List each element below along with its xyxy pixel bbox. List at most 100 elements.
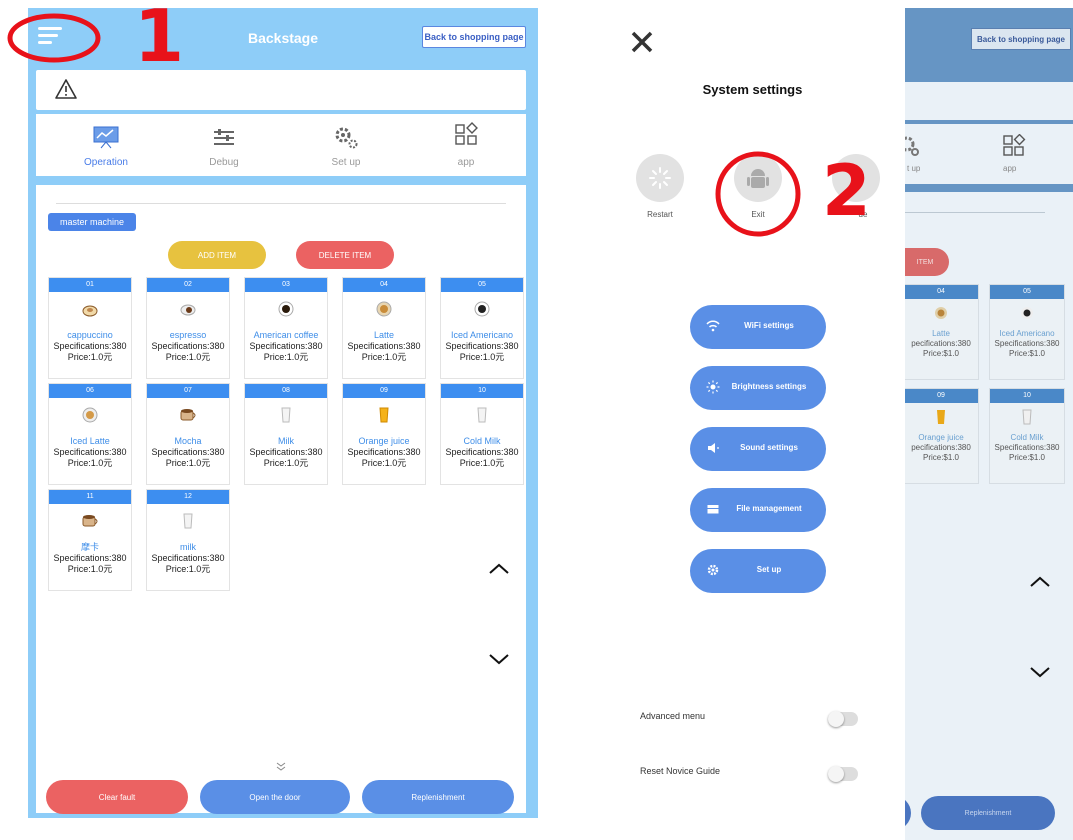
item-card[interactable]: 06 Iced Latte Specifications:380 Price:1… [48, 383, 132, 485]
gears-icon [335, 127, 358, 149]
item-spec: Specifications:380 [53, 553, 127, 563]
tab-label: Debug [209, 157, 239, 168]
double-chevron-down-icon[interactable] [274, 761, 288, 773]
item-name: milk [180, 542, 196, 552]
menu-label: File management [736, 504, 802, 513]
item-card[interactable]: 04 Latte pecifications:380 Price:$1.0 [905, 284, 979, 380]
reset-guide-label: Reset Novice Guide [640, 766, 721, 776]
item-name: Orange juice [358, 436, 410, 446]
iced-americano-icon [990, 299, 1064, 327]
item-name: cappuccino [67, 330, 113, 340]
menu-label: Brightness settings [731, 382, 807, 391]
item-number: 02 [147, 278, 229, 292]
item-spec: Specifications:380 [347, 447, 421, 457]
item-spec: Specifications:380 [151, 553, 225, 563]
iced-americano-icon [441, 292, 523, 326]
back-to-shopping-button[interactable]: Back to shopping page [971, 28, 1071, 50]
delete-item-button[interactable]: ITEM [905, 248, 949, 276]
backstage-panel: Backstage Back to shopping page Operatio… [28, 8, 538, 818]
item-card[interactable]: 01 cappuccino Specifications:380 Price:1… [48, 277, 132, 379]
gears-icon [905, 136, 919, 156]
item-price: Price:1.0元 [263, 352, 309, 362]
item-number: 07 [147, 384, 229, 398]
item-price: Price:1.0元 [361, 352, 407, 362]
item-name: Cold Milk [1010, 433, 1044, 442]
item-card[interactable]: 10 Cold Milk Specifications:380 Price:$1… [989, 388, 1065, 484]
item-card[interactable]: 09 Orange juice pecifications:380 Price:… [905, 388, 979, 484]
cappuccino-cup-icon [49, 292, 131, 326]
menu-label: Sound settings [740, 443, 798, 452]
item-card[interactable]: 09 Orange juice Specifications:380 Price… [342, 383, 426, 485]
scroll-down-arrow-icon[interactable] [484, 649, 514, 669]
dimmed-backstage-panel: Back to shopping page t up app ITEM 04 L… [905, 8, 1073, 840]
open-door-button[interactable]: Open the door [200, 780, 350, 814]
item-card[interactable]: 05 Iced Americano Specifications:380 Pri… [989, 284, 1065, 380]
master-machine-tag[interactable]: master machine [48, 213, 136, 231]
tab-label: t up [907, 164, 921, 173]
item-card[interactable]: 11 摩卡 Specifications:380 Price:1.0元 [48, 489, 132, 591]
item-name: Mocha [174, 436, 202, 446]
item-price: Price:1.0元 [361, 458, 407, 468]
item-spec: Specifications:380 [347, 341, 421, 351]
item-card[interactable]: 10 Cold Milk Specifications:380 Price:1.… [440, 383, 524, 485]
divider [905, 212, 1045, 213]
item-price: Price:1.0元 [165, 458, 211, 468]
annotation-circle-1 [7, 13, 101, 63]
item-price: Price:1.0元 [165, 352, 211, 362]
tab-app[interactable]: app [426, 120, 506, 170]
item-card[interactable]: 02 espresso Specifications:380 Price:1.0… [146, 277, 230, 379]
sound-settings-button[interactable]: Sound settings [690, 427, 826, 471]
item-price: Price:1.0元 [459, 352, 505, 362]
wifi-settings-button[interactable]: WiFi settings [690, 305, 826, 349]
item-price: Price:$1.0 [922, 453, 960, 462]
close-icon[interactable] [628, 28, 656, 56]
item-spec: Specifications:380 [994, 339, 1060, 348]
item-card[interactable]: 03 American coffee Specifications:380 Pr… [244, 277, 328, 379]
milk-glass-icon [245, 398, 327, 432]
delete-item-button[interactable]: DELETE ITEM [296, 241, 394, 269]
item-name: Orange juice [918, 433, 964, 442]
item-number: 04 [905, 285, 978, 299]
item-spec: Specifications:380 [151, 447, 225, 457]
item-number: 06 [49, 384, 131, 398]
divider [56, 203, 506, 204]
tab-bar: t up app [905, 124, 1073, 184]
orange-juice-icon [905, 403, 978, 431]
advanced-menu-toggle[interactable] [828, 711, 858, 727]
reset-guide-toggle[interactable] [828, 766, 858, 782]
scroll-up-arrow-icon[interactable] [1025, 572, 1055, 592]
tab-operation[interactable]: Operation [66, 120, 146, 170]
tab-debug[interactable]: Debug [184, 120, 264, 170]
clear-fault-button[interactable]: Clear fault [46, 780, 188, 814]
replenishment-button[interactable]: Replenishment [362, 780, 514, 814]
item-card[interactable]: 05 Iced Americano Specifications:380 Pri… [440, 277, 524, 379]
item-card[interactable]: 12 milk Specifications:380 Price:1.0元 [146, 489, 230, 591]
warning-bar [905, 82, 1073, 120]
brightness-settings-button[interactable]: Brightness settings [690, 366, 826, 410]
item-card[interactable]: 08 Milk Specifications:380 Price:1.0元 [244, 383, 328, 485]
item-price: Price:1.0元 [165, 564, 211, 574]
tab-label: Operation [84, 157, 128, 168]
add-item-button[interactable]: ADD ITEM [168, 241, 266, 269]
set-up-button[interactable]: Set up [690, 549, 826, 593]
replenishment-button[interactable]: Replenishment [921, 796, 1055, 830]
iced-latte-icon [49, 398, 131, 432]
item-number: 05 [441, 278, 523, 292]
item-spec: Specifications:380 [445, 341, 519, 351]
back-to-shopping-button[interactable]: Back to shopping page [422, 26, 526, 48]
file-management-button[interactable]: File management [690, 488, 826, 532]
tab-set-up[interactable]: Set up [306, 120, 386, 170]
item-name: Latte [932, 329, 950, 338]
tab-label: Set up [331, 157, 361, 168]
restart-button[interactable] [636, 154, 684, 202]
item-price: Price:1.0元 [67, 564, 113, 574]
scroll-down-arrow-icon[interactable] [1025, 662, 1055, 682]
annotation-number-1: 1 [134, 0, 185, 78]
items-panel: ITEM 04 Latte pecifications:380 Price:$1… [905, 192, 1073, 840]
monitor-icon [93, 126, 119, 149]
item-card[interactable]: 07 Mocha Specifications:380 Price:1.0元 [146, 383, 230, 485]
item-card[interactable]: 04 Latte Specifications:380 Price:1.0元 [342, 277, 426, 379]
scroll-up-arrow-icon[interactable] [484, 559, 514, 579]
item-spec: Specifications:380 [994, 443, 1060, 452]
tab-bar: Operation Debug Set up app [36, 114, 526, 176]
